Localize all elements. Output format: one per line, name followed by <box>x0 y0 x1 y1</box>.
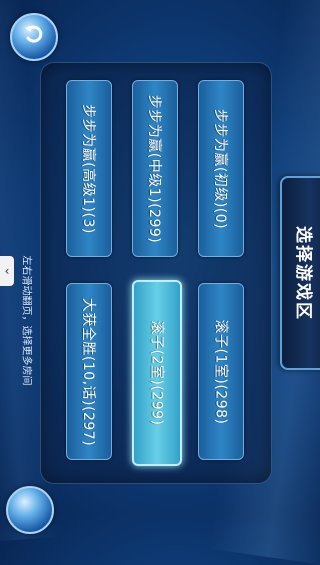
chevron-left-icon: ‹ <box>4 264 10 278</box>
room-label: 大获全胜(10,话)(297) <box>80 297 96 446</box>
room-label: 滚子(1室)(298) <box>212 319 229 424</box>
room-button-intermediate[interactable]: 步步为赢(中级1)(299) <box>132 80 178 257</box>
swipe-hint-text: 左右滑动翻页，选择更多房间 <box>20 255 32 385</box>
room-button-beginner[interactable]: 步步为赢(初级)(0) <box>198 80 244 257</box>
room-label: 步步为赢(中级1)(299) <box>146 94 163 243</box>
select-zone-tab[interactable]: 选择游戏区 <box>280 176 320 370</box>
back-button[interactable] <box>10 13 58 61</box>
room-label: 步步为赢(初级)(0) <box>212 108 229 229</box>
room-button-gunzi-1[interactable]: 滚子(1室)(298) <box>198 283 244 460</box>
page-left-tab[interactable]: ‹ <box>0 256 14 286</box>
room-label: 滚子(2室)(299) <box>148 320 165 426</box>
room-button-advanced[interactable]: 步步为赢(高级1)(3) <box>66 80 112 257</box>
swipe-hint: 左右滑动翻页，选择更多房间 <box>20 190 34 450</box>
zone-tab-label: 选择游戏区 <box>292 225 313 321</box>
room-button-dahuo[interactable]: 大获全胜(10,话)(297) <box>66 283 112 460</box>
round-button-bottom[interactable] <box>6 486 54 534</box>
back-arrow-icon <box>23 24 45 51</box>
room-button-gunzi-2[interactable]: 滚子(2室)(299) <box>132 280 182 466</box>
room-label: 步步为赢(高级1)(3) <box>80 103 97 234</box>
